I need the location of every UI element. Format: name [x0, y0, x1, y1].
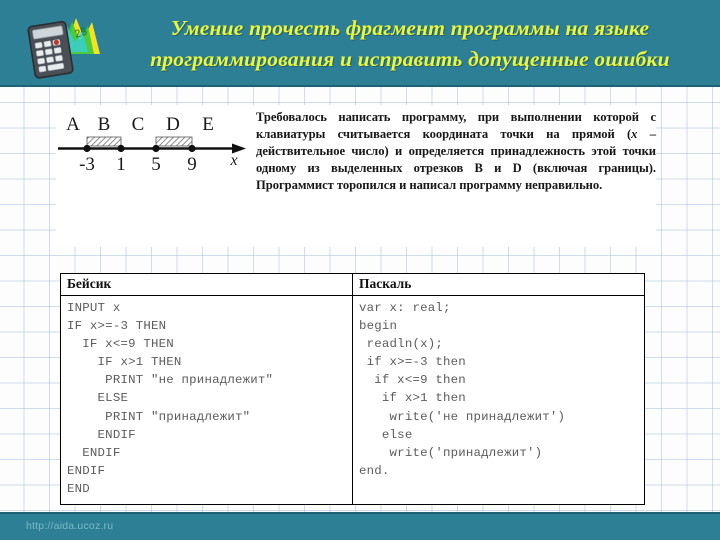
problem-description: Требовалось написать программу, при выпо… [256, 109, 656, 194]
nl-tick--3: -3 [79, 154, 95, 175]
number-line-diagram: A B C D E -3 1 5 9 x [56, 107, 266, 197]
footer-url[interactable]: http://aida.ucoz.ru [26, 520, 113, 532]
page-title-line-1: Умение прочесть фрагмент программы на яз… [170, 16, 650, 40]
calculator-chart-icon: 25 [18, 8, 114, 80]
nl-axis-label: x [229, 152, 237, 169]
page-title: Умение прочесть фрагмент программы на яз… [112, 8, 708, 80]
nl-label-E: E [202, 114, 214, 135]
nl-segment-D [155, 136, 193, 147]
problem-statement-panel: A B C D E -3 1 5 9 x Требовалось написат… [56, 105, 656, 247]
problem-text-part-1: Требовалось написать программу, при выпо… [256, 110, 656, 142]
nl-label-D: D [166, 114, 180, 135]
pascal-code-block: var x: real; begin readln(x); if x>=-3 t… [359, 301, 566, 478]
basic-code-column: Бейсик INPUT x IF x>=-3 THEN IF x<=9 THE… [61, 274, 353, 504]
slide-header: 25 Умение прочесть фрагмент программы на… [0, 0, 720, 87]
code-comparison-table: Бейсик INPUT x IF x>=-3 THEN IF x<=9 THE… [60, 273, 645, 505]
slide-footer: http://aida.ucoz.ru [0, 512, 720, 540]
pascal-code-column: Паскаль var x: real; begin readln(x); if… [353, 274, 644, 504]
nl-tick-5: 5 [151, 154, 161, 175]
nl-label-B: B [98, 114, 111, 135]
nl-label-C: C [132, 114, 145, 135]
page-title-line-2: программирования и исправить допущенные … [150, 47, 670, 71]
nl-tick-1: 1 [116, 154, 126, 175]
slide-root: 25 Умение прочесть фрагмент программы на… [0, 0, 720, 540]
pascal-column-title: Паскаль [353, 274, 644, 296]
nl-tick-9: 9 [187, 154, 197, 175]
basic-code-block: INPUT x IF x>=-3 THEN IF x<=9 THEN IF x>… [67, 301, 274, 496]
nl-segment-B [86, 136, 122, 147]
basic-column-title: Бейсик [61, 274, 352, 296]
nl-label-A: A [66, 114, 80, 135]
